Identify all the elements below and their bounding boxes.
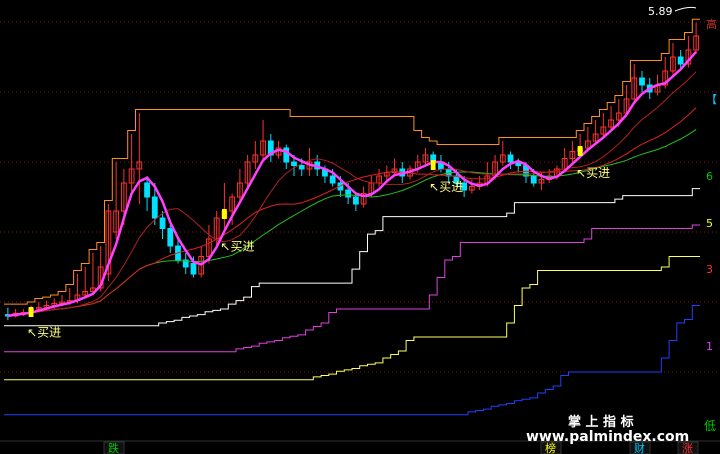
right-label-3: 5 [706,217,713,230]
bottom-tab-label-0: 跌 [108,441,119,454]
candle-body-37 [291,161,297,166]
buy-signal-label-0: ↖买进 [27,326,61,340]
buy-signal-marker-3 [577,146,583,156]
candle-body-20 [159,217,166,229]
watermark-url: www.palmindex.com [526,429,689,445]
candle-body-68 [530,175,537,184]
candle-body-38 [298,165,305,170]
candle-body-65 [507,154,514,163]
candle-body-42 [329,175,336,184]
right-label-2: 6 [706,170,713,183]
right-label-4: 3 [706,263,713,276]
right-label-1: 【 [706,93,717,106]
buy-signal-label-3: ↖买进 [576,166,610,180]
bottom-tab-0[interactable]: 跌 [103,441,125,454]
watermark-title: 掌 上 指 标 [568,414,634,430]
right-label-0: 高 [706,17,717,31]
buy-signal-marker-0 [28,307,34,317]
candle-body-87 [677,56,684,65]
right-label-5: 1 [706,340,713,353]
buy-signal-marker-1 [222,209,227,219]
candle-body-21 [167,228,174,247]
candle-body-19 [151,196,158,219]
candle-body-24 [190,263,197,275]
candle-body-44 [345,189,352,198]
buy-signal-label-1: ↖买进 [220,240,254,254]
stock-chart: ↖买进↖买进↖买进↖买进 5.89 高【6531 跌榜财涨 低 掌 上 指 标 … [0,0,720,454]
low-label: 低 [704,419,716,433]
candle-body-45 [352,196,359,205]
max-price-label: 5.89 [648,5,673,18]
candle-body-82 [639,77,645,86]
buy-signal-marker-2 [430,160,436,170]
buy-signal-label-2: ↖买进 [429,180,463,194]
candle-body-18 [144,182,150,198]
